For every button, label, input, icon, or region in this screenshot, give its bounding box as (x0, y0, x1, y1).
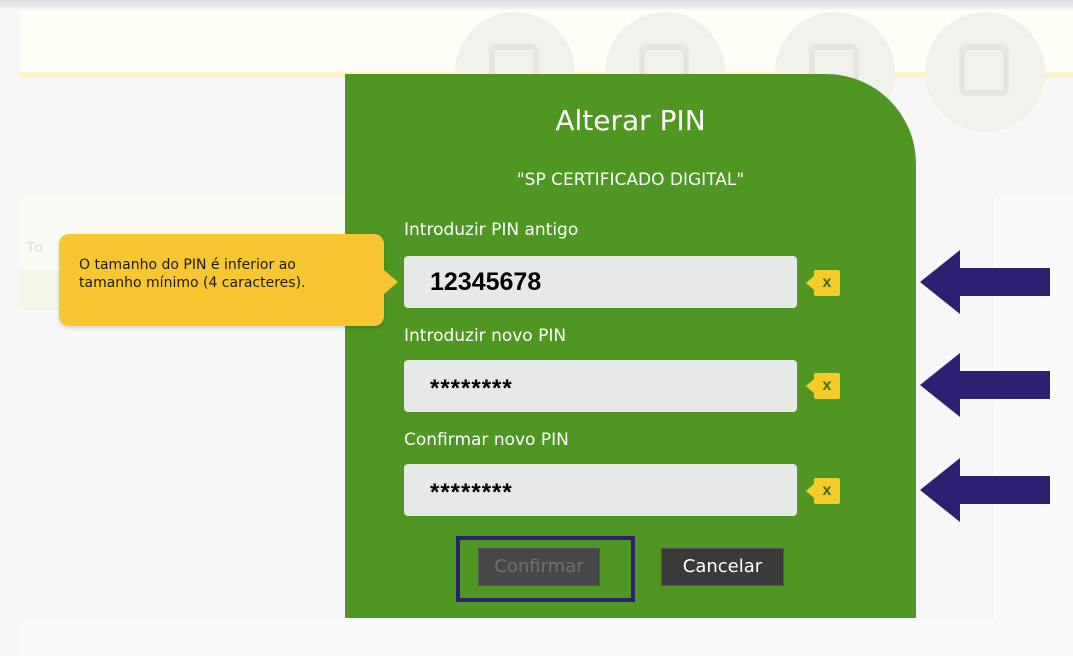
background-faint-text: To (26, 240, 44, 256)
clear-x-icon: x (814, 270, 840, 296)
clear-old-pin-button[interactable]: x (806, 270, 842, 296)
confirm-highlight-box (456, 536, 635, 602)
confirm-pin-label: Confirmar novo PIN (404, 430, 569, 450)
clear-x-icon: x (814, 478, 840, 504)
screen: To Alterar PIN "SP CERTIFICADO DIGITAL" … (0, 0, 1073, 656)
validation-tooltip: O tamanho do PIN é inferior ao tamanho m… (59, 234, 398, 326)
annotation-arrow-icon (920, 250, 1050, 314)
window-top-strip (0, 0, 1073, 10)
confirm-pin-input[interactable]: ******** (404, 464, 797, 516)
dialog-title: Alterar PIN (555, 104, 706, 137)
clear-x-icon: x (814, 373, 840, 399)
annotation-arrow-icon (920, 353, 1050, 417)
tooltip-message: O tamanho do PIN é inferior ao tamanho m… (79, 256, 374, 292)
annotation-arrow-icon (920, 458, 1050, 522)
old-pin-input[interactable]: 12345678 (404, 256, 797, 308)
tooltip-message-line: O tamanho do PIN é inferior ao (79, 257, 296, 273)
tooltip-message-line: tamanho mínimo (4 caracteres). (79, 275, 306, 291)
background-footer (20, 620, 1073, 656)
cancel-button[interactable]: Cancelar (661, 548, 784, 586)
background-toolbar-icon (925, 12, 1045, 132)
old-pin-label: Introduzir PIN antigo (404, 220, 579, 240)
dialog-subtitle: "SP CERTIFICADO DIGITAL" (516, 170, 745, 190)
clear-new-pin-button[interactable]: x (806, 373, 842, 399)
new-pin-label: Introduzir novo PIN (404, 326, 567, 346)
clear-confirm-pin-button[interactable]: x (806, 478, 842, 504)
new-pin-input[interactable]: ******** (404, 360, 797, 412)
